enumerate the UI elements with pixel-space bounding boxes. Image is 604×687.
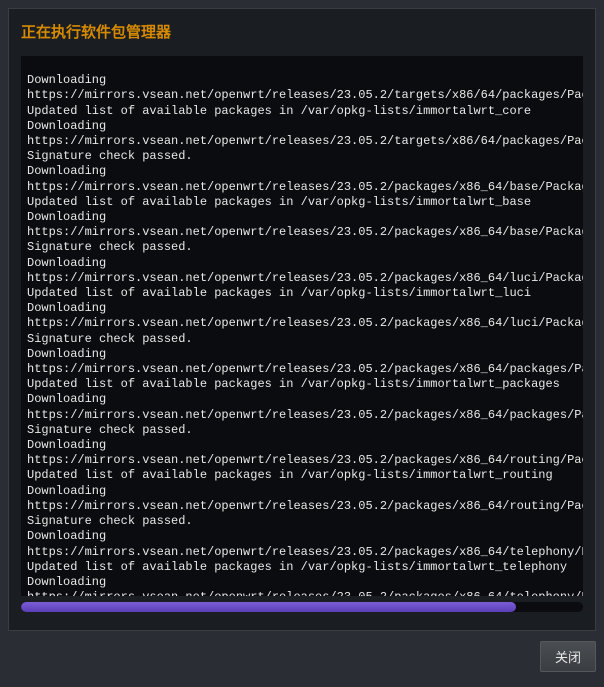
package-manager-modal: 正在执行软件包管理器 Downloading https://mirrors.v… (8, 8, 596, 631)
progress-bar (21, 602, 583, 612)
button-row: 关闭 (8, 641, 596, 672)
modal-title: 正在执行软件包管理器 (21, 21, 583, 42)
terminal-output[interactable]: Downloading https://mirrors.vsean.net/op… (21, 56, 583, 596)
close-button[interactable]: 关闭 (540, 641, 596, 672)
progress-bar-fill (21, 602, 516, 612)
